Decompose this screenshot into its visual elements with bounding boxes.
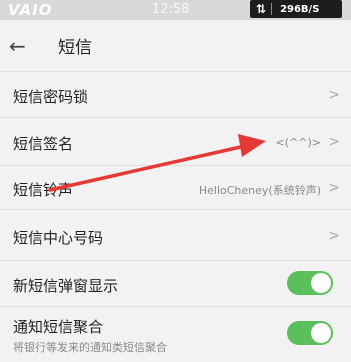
annotation-arrow bbox=[48, 134, 266, 192]
annotation-arrow-shaft bbox=[48, 144, 247, 192]
annotation-arrow-head bbox=[238, 134, 266, 157]
